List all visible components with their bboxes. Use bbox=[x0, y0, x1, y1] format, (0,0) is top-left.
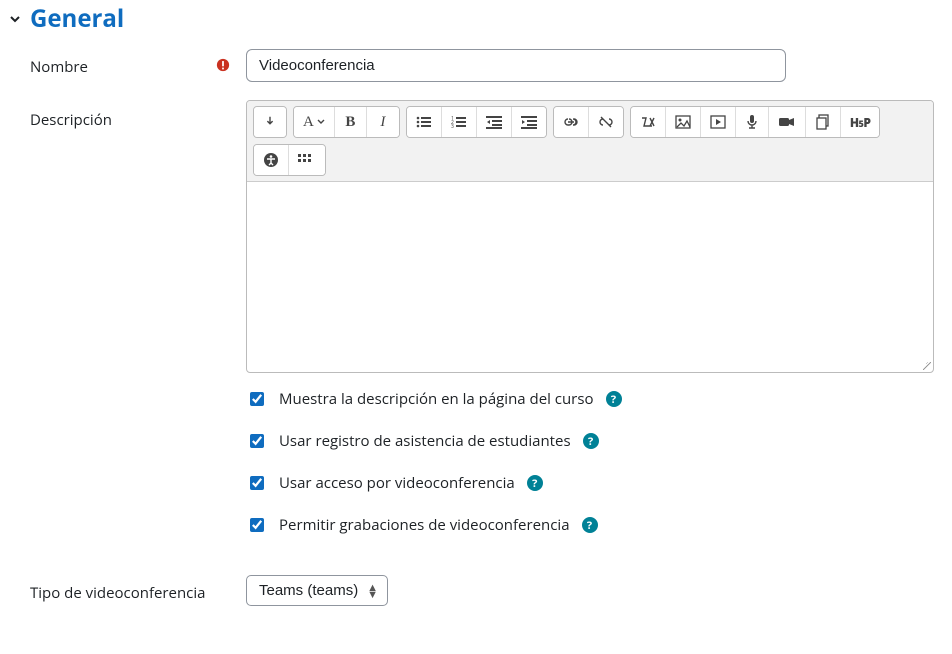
label-description: Descripción bbox=[30, 110, 112, 130]
section-title: General bbox=[30, 2, 124, 35]
outdent-button[interactable] bbox=[477, 107, 512, 137]
toolbar-group: H5P bbox=[630, 106, 881, 138]
unlink-button[interactable] bbox=[589, 107, 623, 137]
row-vc-type: Tipo de videoconferencia Teams (teams) ▲… bbox=[8, 575, 934, 606]
expand-button[interactable] bbox=[254, 107, 286, 137]
svg-text:3: 3 bbox=[451, 124, 454, 129]
row-name: Nombre bbox=[8, 49, 934, 82]
files-button[interactable] bbox=[806, 107, 841, 137]
checkbox-vc-access[interactable] bbox=[250, 476, 264, 490]
help-icon[interactable]: ? bbox=[606, 391, 622, 407]
rich-text-editor: ABI 123 H5P bbox=[246, 100, 934, 373]
label-vc-type: Tipo de videoconferencia bbox=[30, 583, 205, 603]
checkbox-label-show-desc: Muestra la descripción en la página del … bbox=[279, 389, 594, 409]
equation-button[interactable] bbox=[631, 107, 666, 137]
toolbar-group bbox=[253, 106, 287, 138]
checkbox-label-recordings: Permitir grabaciones de videoconferencia bbox=[279, 515, 570, 535]
help-icon[interactable]: ? bbox=[582, 517, 598, 533]
chevron-down-icon bbox=[8, 12, 22, 26]
row-description: Descripción ABI 123 H5P bbox=[8, 100, 934, 373]
checkbox-attendance[interactable] bbox=[250, 434, 264, 448]
checkbox-show-desc[interactable] bbox=[250, 392, 264, 406]
styles-button[interactable]: A bbox=[294, 107, 335, 137]
italic-button[interactable]: I bbox=[367, 107, 399, 137]
checkbox-row-attendance: Usar registro de asistencia de estudiant… bbox=[246, 431, 934, 451]
mic-button[interactable] bbox=[736, 107, 769, 137]
checkbox-row-recordings: Permitir grabaciones de videoconferencia… bbox=[246, 515, 934, 535]
media-button[interactable] bbox=[701, 107, 736, 137]
vc-type-select[interactable]: Teams (teams) bbox=[246, 575, 388, 606]
toolbar-group bbox=[553, 106, 624, 138]
toolbar-group: 123 bbox=[406, 106, 547, 138]
checkbox-row-show-desc: Muestra la descripción en la página del … bbox=[246, 389, 934, 409]
link-button[interactable] bbox=[554, 107, 589, 137]
screenreader-button[interactable] bbox=[289, 145, 325, 175]
name-input[interactable] bbox=[246, 49, 786, 82]
image-button[interactable] bbox=[666, 107, 701, 137]
editor-toolbar: ABI 123 H5P bbox=[247, 101, 933, 182]
editor-textarea[interactable] bbox=[247, 182, 933, 362]
help-icon[interactable]: ? bbox=[527, 475, 543, 491]
label-name: Nombre bbox=[30, 57, 88, 77]
checkbox-recordings[interactable] bbox=[250, 518, 264, 532]
bold-button[interactable]: B bbox=[335, 107, 367, 137]
section-header[interactable]: General bbox=[8, 2, 934, 35]
toolbar-group bbox=[253, 144, 326, 176]
ul-button[interactable] bbox=[407, 107, 442, 137]
resize-handle[interactable] bbox=[247, 362, 933, 372]
a11y-button[interactable] bbox=[254, 145, 289, 175]
help-icon[interactable]: ? bbox=[583, 433, 599, 449]
toolbar-group: ABI bbox=[293, 106, 400, 138]
video-button[interactable] bbox=[769, 107, 806, 137]
ol-button[interactable]: 123 bbox=[442, 107, 477, 137]
checkbox-row-vc-access: Usar acceso por videoconferencia ? bbox=[246, 473, 934, 493]
checkbox-label-attendance: Usar registro de asistencia de estudiant… bbox=[279, 431, 571, 451]
checkbox-label-vc-access: Usar acceso por videoconferencia bbox=[279, 473, 515, 493]
required-icon bbox=[216, 57, 230, 77]
indent-button[interactable] bbox=[512, 107, 546, 137]
h5p-button[interactable]: H5P bbox=[841, 107, 880, 137]
row-checkboxes: Muestra la descripción en la página del … bbox=[8, 389, 934, 557]
